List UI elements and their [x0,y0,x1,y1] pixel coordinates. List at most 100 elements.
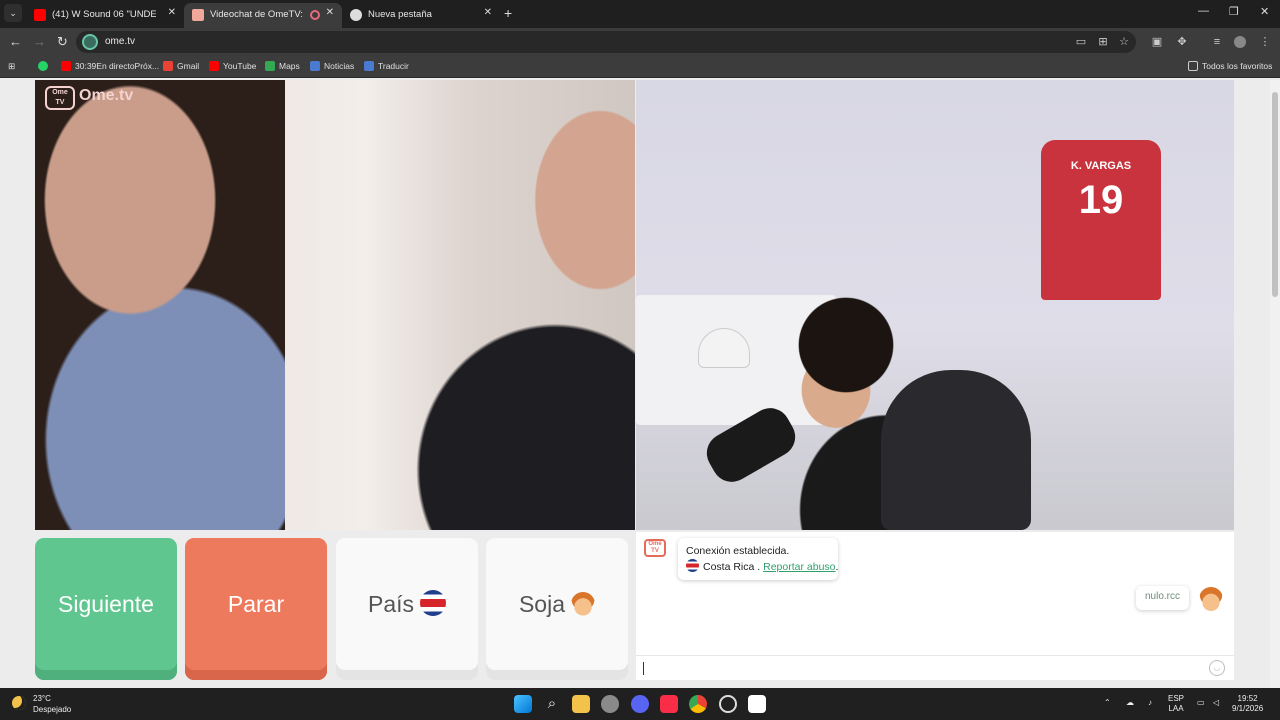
bookmark-maps[interactable]: Maps [265,61,300,71]
partner-video: Ome TV Ome.tv [35,80,635,530]
moon-icon [12,696,26,710]
close-icon[interactable]: ✕ [484,7,492,18]
date: 9/1/2026 [1232,704,1264,713]
gender-filter-button[interactable]: Soja [486,538,628,680]
settings-icon[interactable] [601,695,619,713]
search-icon[interactable]: ⌕ [543,695,561,713]
media-icon[interactable]: ≡ [1211,36,1223,48]
bookmark-gmail[interactable]: Gmail [163,61,199,71]
whatsapp-icon [38,61,48,71]
capcut-icon[interactable] [748,695,766,713]
costa-rica-flag-icon [420,590,447,616]
all-bookmarks[interactable]: Todos los favoritos [1188,61,1272,71]
bookmark-live[interactable]: 30:39En directoPróx... [61,61,159,71]
minimize-button[interactable]: — [1198,5,1209,17]
emoji-icon[interactable]: ◡ [1209,660,1225,676]
bookmark-label: Maps [279,61,300,71]
language-indicator[interactable]: ESP LAA [1168,694,1184,714]
profile-avatar[interactable] [1234,36,1246,48]
forward-icon[interactable]: → [33,34,46,49]
maximize-button[interactable]: ❐ [1229,5,1239,18]
tab-strip: ⌄ (41) W Sound 06 "UNDERCRO... ✕ Videoch… [0,0,1280,28]
back-icon[interactable]: ← [9,34,22,49]
volume-icon[interactable]: ◁ [1213,698,1219,708]
ometv-page: Ome TV Ome.tv K. VARGAS 19 Siguiente Parar… [0,78,1280,688]
country-label: País [367,591,415,617]
text-caret [643,662,644,675]
extension-icon[interactable]: ▣ [1151,36,1163,48]
bookmark-news[interactable]: Noticias [310,61,354,71]
page-scrollbar[interactable] [1270,80,1280,688]
file-explorer-icon[interactable] [572,695,590,713]
all-bookmarks-label: Todos los favoritos [1202,61,1273,71]
folder-icon [1188,61,1198,71]
tab-title: Videochat de OmeTV: una [210,9,304,20]
network-icon[interactable]: ▭ [1197,698,1205,708]
youtube-icon [34,9,46,21]
jersey-number: 19 [1078,178,1124,222]
obs-icon[interactable] [719,695,737,713]
ometv-logo: Ome TV Ome.tv [45,86,133,110]
new-tab-button[interactable]: + [504,5,512,21]
site-info-icon[interactable] [82,34,98,50]
music-icon[interactable] [660,695,678,713]
gmail-icon [163,61,173,71]
address-bar[interactable]: ome.tv [76,31,1136,53]
next-button[interactable]: Siguiente [35,538,177,680]
tab-new[interactable]: Nueva pestaña ✕ [342,3,500,28]
discord-icon[interactable] [631,695,649,713]
star-icon[interactable]: ☆ [1118,36,1130,48]
windows-taskbar: 23°C Despejado ⌕ ⌃ ☁ ♪ ESP LAA ▭ ◁ 19:52 9/… [0,688,1280,720]
close-icon[interactable]: ✕ [326,7,334,18]
whatsapp-bookmark[interactable] [38,61,52,71]
chrome-icon[interactable] [689,695,707,713]
news-icon [310,61,320,71]
puzzle-icon[interactable]: ✥ [1176,36,1188,48]
gender-label: Soja [518,591,566,617]
youtube-icon [61,61,71,71]
close-icon[interactable]: ✕ [168,7,176,18]
tab-search-button[interactable]: ⌄ [4,4,22,22]
chat-input[interactable]: ◡ [636,655,1234,680]
language-code: ESP [1168,694,1185,703]
bookmark-label: 30:39En directoPróx... [75,61,160,71]
chrome-icon [350,9,362,21]
bookmark-youtube[interactable]: YouTube [209,61,256,71]
bookmark-translate[interactable]: Traducir [364,61,409,71]
user-avatar [1199,587,1223,611]
chair-image [881,370,1031,530]
costa-rica-flag-icon [686,559,699,572]
ometv-icon [192,9,204,21]
tab-ometv[interactable]: Videochat de OmeTV: una ✕ [184,3,342,28]
maps-icon [265,61,275,71]
weather-condition: Despejado [33,705,72,714]
reload-icon[interactable]: ↻ [57,34,68,50]
report-abuse-link[interactable]: Reportar abuso [763,561,835,573]
tab-title: Nueva pestaña [368,9,432,20]
url-text[interactable]: ome.tv [105,36,135,47]
clock[interactable]: 19:52 9/1/2026 [1232,694,1263,714]
tab-title: (41) W Sound 06 "UNDERCRO... [52,9,156,20]
browser-toolbar: ← → ↻ ome.tv ▭ ⊞ ☆ ▣ ✥ ≡ ⋮ [0,28,1280,56]
partner-country: Costa Rica [703,561,755,573]
separator: . [754,561,764,573]
apps-icon[interactable]: ⊞ [8,61,15,72]
country-filter-button[interactable]: País [336,538,478,680]
microphone-icon[interactable]: ♪ [1148,698,1152,708]
ometv-chat-logo-icon: Ome TV [644,539,666,557]
system-message: Conexión establecida. Costa Rica . Repor… [678,538,838,580]
person-right-image [395,80,635,530]
cloud-icon[interactable]: ☁ [1126,698,1134,708]
chevron-up-icon[interactable]: ⌃ [1104,698,1111,708]
cast-icon[interactable]: ▭ [1075,36,1087,48]
scrollbar-thumb[interactable] [1272,92,1278,297]
translate-icon [364,61,374,71]
start-button[interactable] [514,695,532,713]
close-window-button[interactable]: ✕ [1260,5,1269,18]
translate-icon[interactable]: ⊞ [1097,36,1109,48]
tab-youtube[interactable]: (41) W Sound 06 "UNDERCRO... ✕ [26,3,184,28]
bookmark-label: Noticias [324,61,355,71]
logo-text: Ome.tv [79,87,134,104]
stop-button[interactable]: Parar [185,538,327,680]
menu-icon[interactable]: ⋮ [1259,36,1271,48]
